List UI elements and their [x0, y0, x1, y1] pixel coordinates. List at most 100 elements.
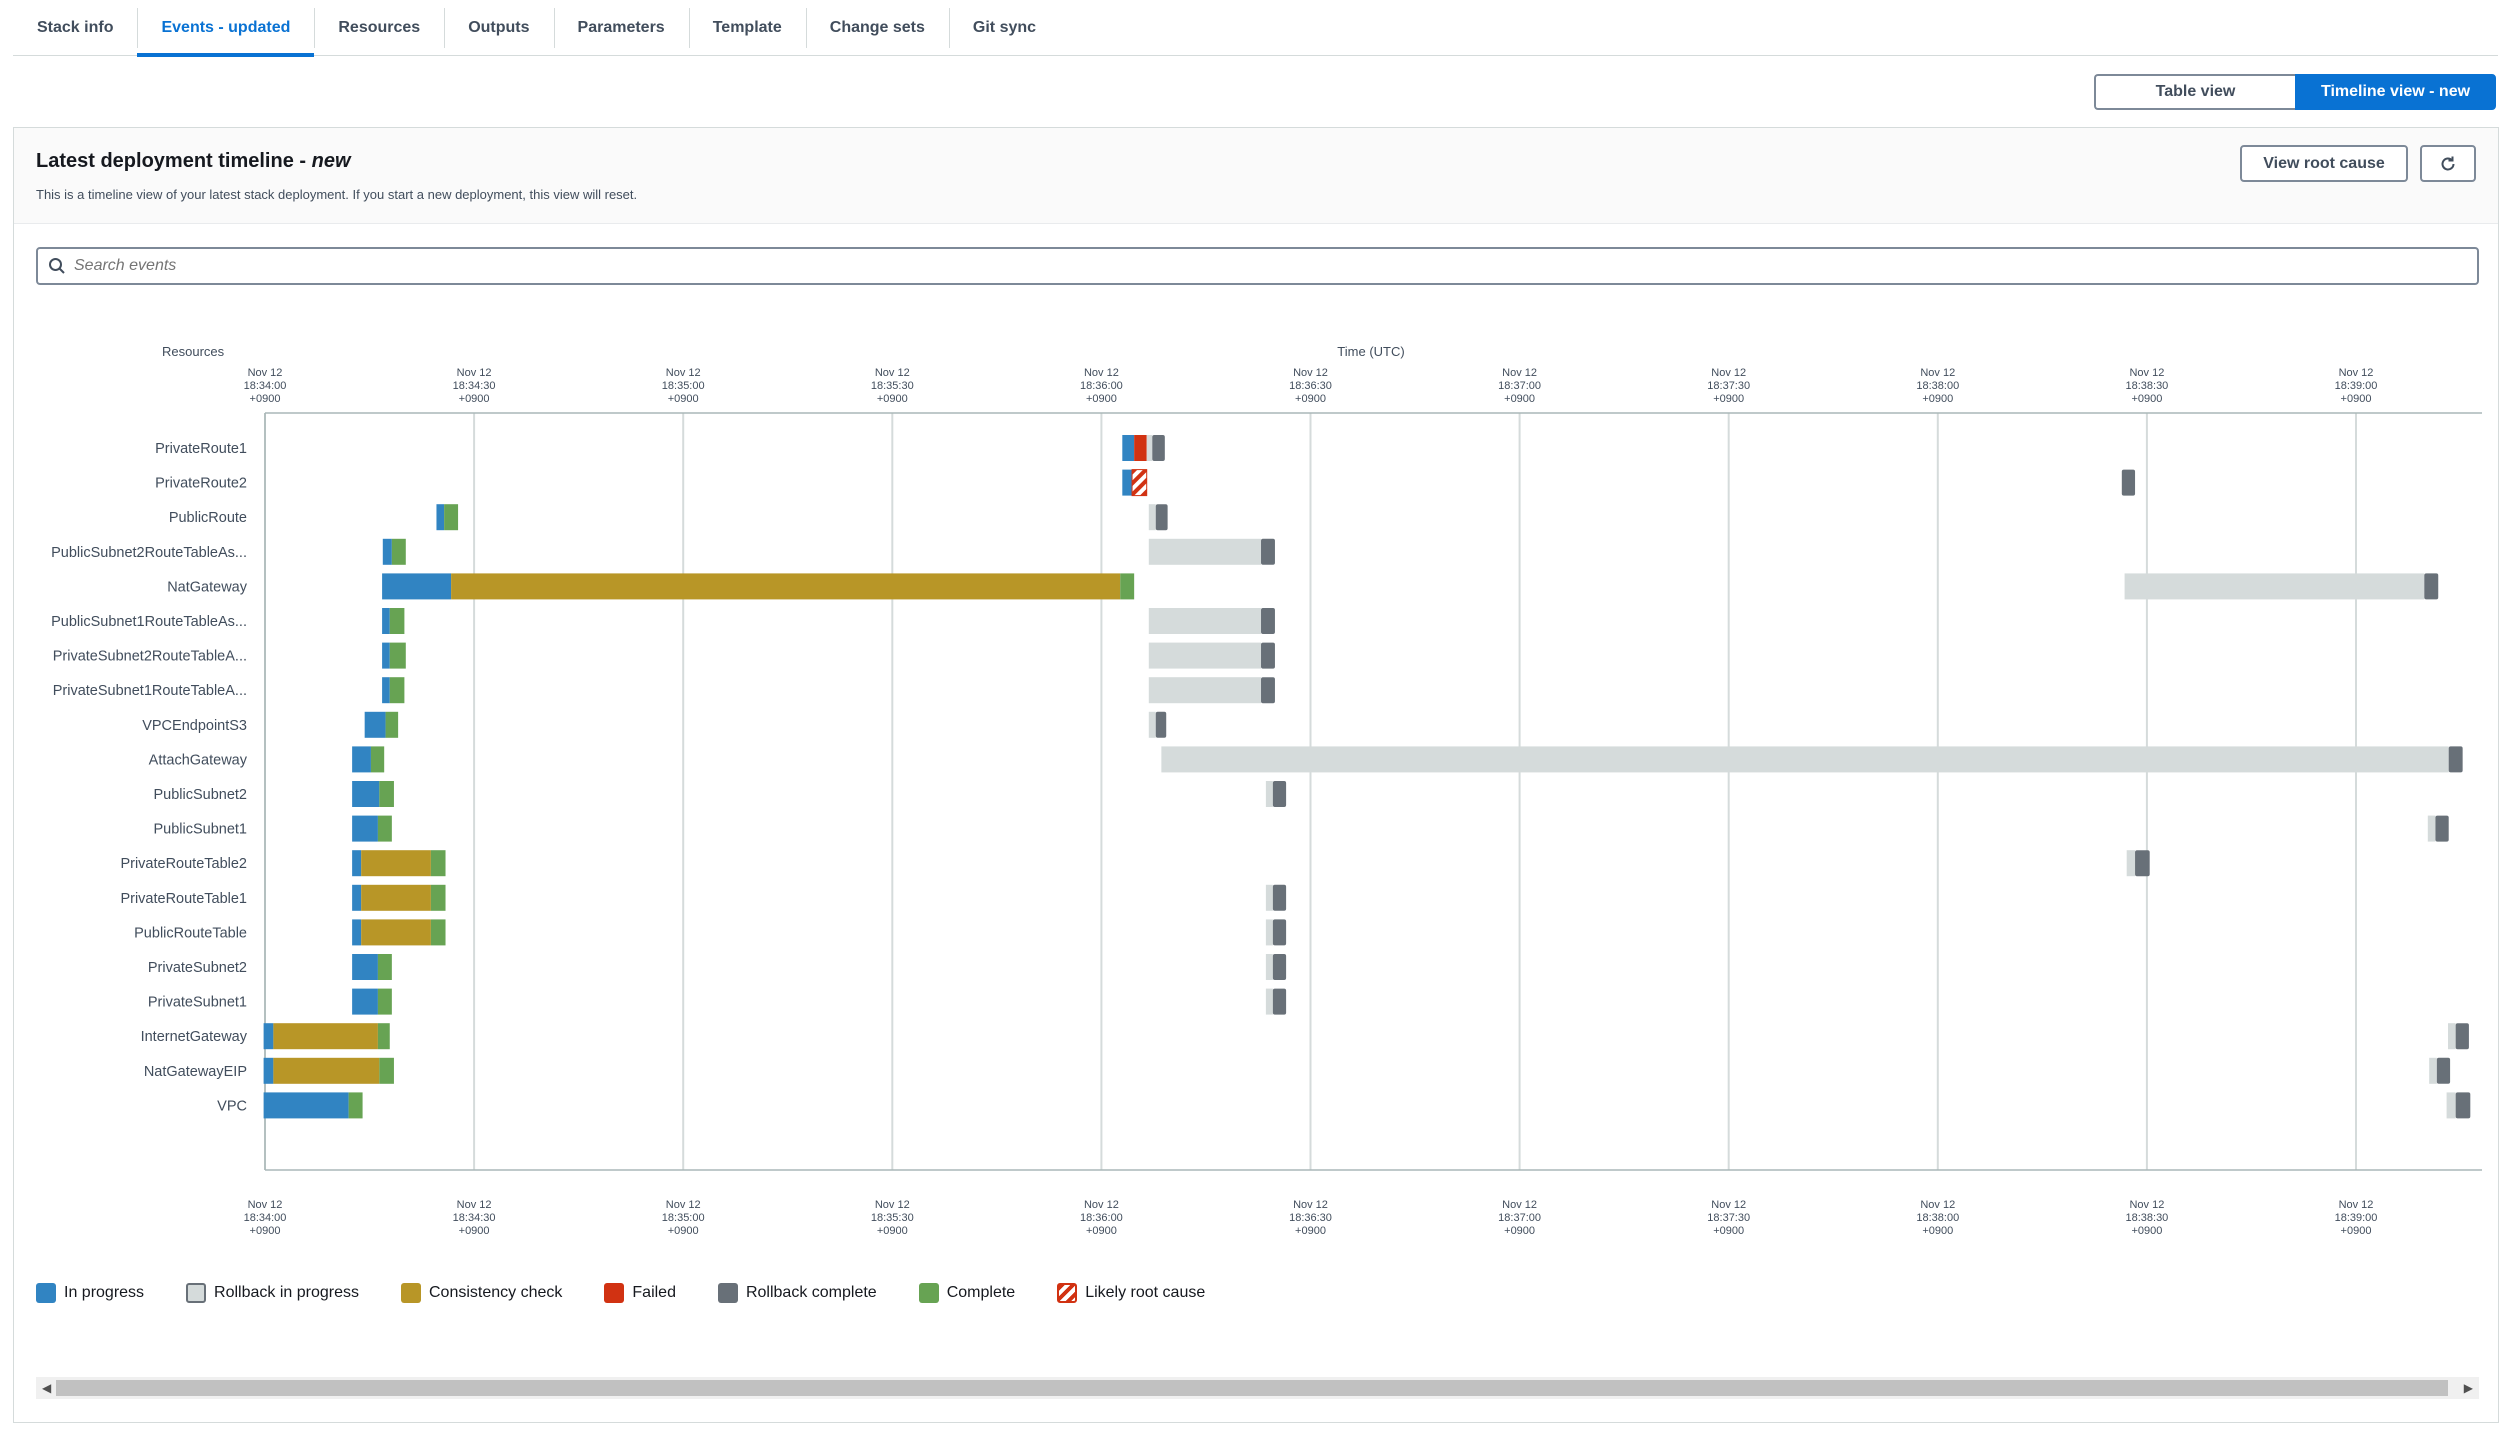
bar-rbc[interactable] [2455, 1023, 2469, 1050]
bar-c[interactable] [348, 1092, 363, 1119]
bar-c[interactable] [430, 919, 446, 946]
bar-ip[interactable] [263, 1023, 274, 1050]
bar-c[interactable] [430, 850, 446, 877]
bar-rbc[interactable] [2436, 1057, 2451, 1084]
bar-cc[interactable] [361, 884, 431, 911]
bar-ip[interactable] [352, 919, 362, 946]
bar-rbip[interactable] [1265, 988, 1273, 1015]
bar-rbip[interactable] [1265, 884, 1273, 911]
bar-rbip[interactable] [1148, 711, 1156, 738]
bar-rbc[interactable] [2448, 746, 2463, 773]
table-view-button[interactable]: Table view [2094, 74, 2295, 110]
bar-c[interactable] [430, 884, 446, 911]
bar-rbc[interactable] [2455, 1092, 2471, 1119]
tab-change-sets[interactable]: Change sets [805, 0, 949, 56]
tab-outputs[interactable]: Outputs [444, 0, 553, 56]
tab-stack-info[interactable]: Stack info [13, 0, 137, 56]
bar-c[interactable] [370, 746, 385, 773]
bar-ip[interactable] [352, 954, 378, 980]
bar-ip[interactable] [352, 850, 362, 877]
bar-rbip[interactable] [1265, 781, 1273, 807]
bar-rbip[interactable] [2448, 1023, 2456, 1050]
bar-ip[interactable] [352, 815, 378, 842]
bar-ip[interactable] [382, 677, 390, 704]
bar-ip[interactable] [382, 573, 452, 600]
bar-rbc[interactable] [1272, 781, 1287, 807]
tab-resources[interactable]: Resources [314, 0, 444, 56]
bar-cc[interactable] [273, 1023, 378, 1050]
tab-events-updated[interactable]: Events - updated [137, 0, 315, 57]
tab-template[interactable]: Template [688, 0, 806, 56]
bar-rbc[interactable] [1155, 504, 1168, 531]
bar-c[interactable] [391, 538, 406, 565]
bar-cc[interactable] [451, 573, 1121, 600]
horizontal-scrollbar[interactable]: ◀ ▶ [36, 1377, 2479, 1399]
bar-c[interactable] [377, 815, 392, 842]
bar-rbc[interactable] [2135, 850, 2150, 877]
bar-cc[interactable] [273, 1057, 380, 1084]
bar-rbip[interactable] [1265, 919, 1273, 946]
bar-c[interactable] [444, 504, 459, 531]
bar-rbc[interactable] [1272, 919, 1287, 946]
bar-rbc[interactable] [2424, 573, 2439, 600]
bar-rbc[interactable] [1152, 435, 1165, 461]
bar-ip[interactable] [382, 608, 390, 634]
bar-rbip[interactable] [1148, 608, 1262, 634]
bar-rbc[interactable] [2435, 815, 2449, 842]
bar-root[interactable] [1131, 469, 1148, 497]
timeline-view-button[interactable]: Timeline view - new [2295, 74, 2496, 110]
bar-rbc[interactable] [1261, 677, 1275, 704]
bar-rbip[interactable] [2124, 573, 2425, 600]
bar-c[interactable] [377, 988, 392, 1015]
bar-rbc[interactable] [1155, 711, 1167, 738]
bar-rbip[interactable] [1148, 642, 1262, 669]
bar-rbc[interactable] [1272, 988, 1287, 1015]
bar-c[interactable] [377, 954, 392, 980]
bar-c[interactable] [1120, 573, 1135, 600]
bar-rbip[interactable] [2427, 815, 2436, 842]
bar-rbc[interactable] [1261, 642, 1275, 669]
bar-c[interactable] [377, 1023, 390, 1050]
bar-ip[interactable] [1122, 435, 1135, 461]
bar-c[interactable] [389, 608, 405, 634]
bar-cc[interactable] [361, 919, 431, 946]
bar-fail[interactable] [1134, 435, 1147, 461]
bar-ip[interactable] [364, 711, 386, 738]
scrollbar-thumb[interactable] [56, 1380, 2448, 1396]
bar-rbip[interactable] [1265, 954, 1273, 980]
scroll-right-icon[interactable]: ▶ [2464, 1381, 2473, 1395]
bar-ip[interactable] [436, 504, 445, 531]
bar-rbc[interactable] [2121, 469, 2136, 496]
bar-ip[interactable] [263, 1092, 349, 1119]
bar-ip[interactable] [352, 988, 378, 1015]
bar-ip[interactable] [352, 781, 380, 807]
bar-c[interactable] [385, 711, 399, 738]
bar-rbip[interactable] [1148, 538, 1262, 565]
bar-rbip[interactable] [2446, 1092, 2456, 1119]
bar-rbip[interactable] [2429, 1057, 2437, 1084]
bar-ip[interactable] [352, 884, 362, 911]
bar-ip[interactable] [263, 1057, 274, 1084]
bar-rbc[interactable] [1261, 608, 1275, 634]
bar-cc[interactable] [361, 850, 431, 877]
bar-rbc[interactable] [1261, 538, 1275, 565]
bar-rbip[interactable] [2126, 850, 2136, 877]
bar-rbip[interactable] [1161, 746, 2449, 773]
bar-rbc[interactable] [1272, 884, 1287, 911]
bar-rbip[interactable] [1146, 435, 1153, 461]
bar-c[interactable] [379, 781, 394, 807]
bar-c[interactable] [389, 677, 405, 704]
bar-c[interactable] [389, 642, 406, 669]
bar-ip[interactable] [1122, 469, 1133, 496]
bar-ip[interactable] [382, 538, 392, 565]
bar-rbip[interactable] [1148, 677, 1262, 704]
tab-parameters[interactable]: Parameters [553, 0, 689, 56]
tick-label-top: +0900 [877, 393, 908, 405]
bar-ip[interactable] [352, 746, 371, 773]
scroll-left-icon[interactable]: ◀ [42, 1381, 51, 1395]
tab-git-sync[interactable]: Git sync [948, 0, 1060, 56]
bar-rbc[interactable] [1272, 954, 1287, 980]
bar-c[interactable] [379, 1057, 394, 1084]
bar-rbip[interactable] [1148, 504, 1156, 531]
bar-ip[interactable] [382, 642, 390, 669]
